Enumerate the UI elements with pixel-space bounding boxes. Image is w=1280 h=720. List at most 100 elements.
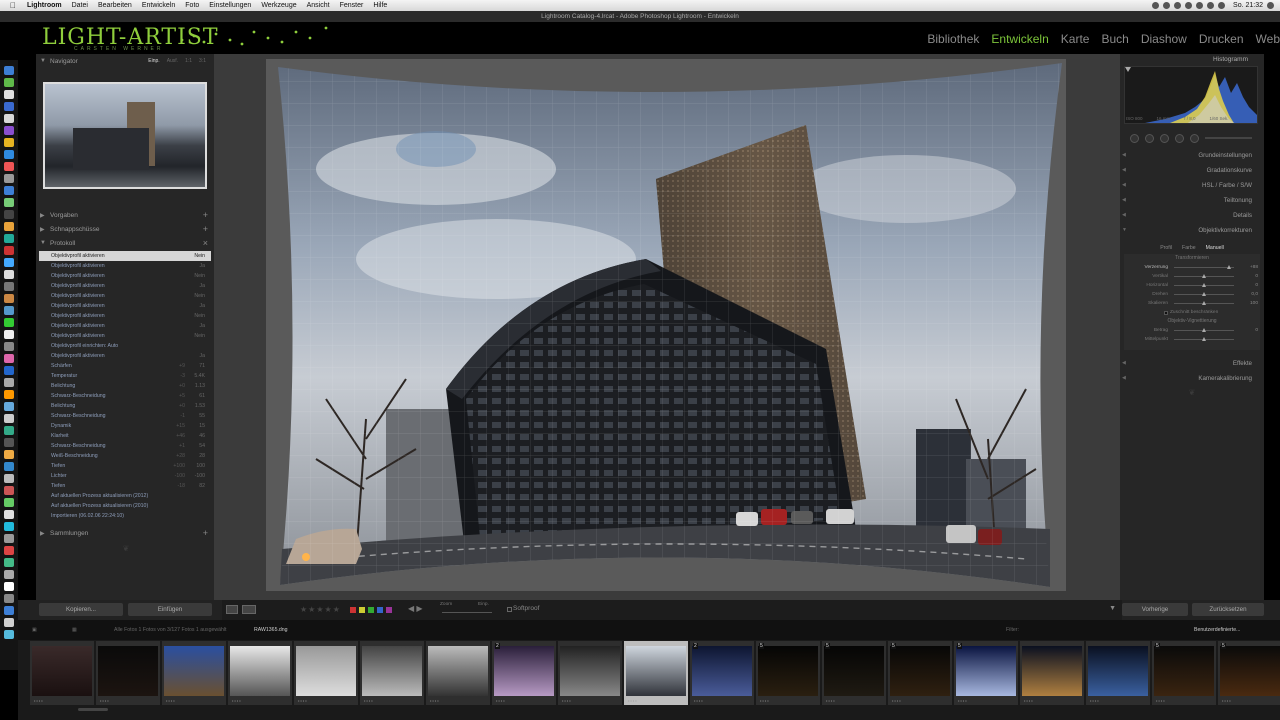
filter-preset-dropdown[interactable]: Benutzerdefinierte... [1194,627,1240,633]
history-step[interactable]: Tiefen -18 82 [39,481,211,491]
dock-app-icon[interactable] [4,174,14,183]
dock-app-icon[interactable] [4,390,14,399]
status-icon[interactable] [1185,2,1193,9]
dock-app-icon[interactable] [4,126,14,135]
history-step[interactable]: Objektivprofil aktivieren Nein [39,251,211,261]
zoom-option[interactable]: 3:1 [199,58,206,64]
slider-value[interactable]: 0 [1255,326,1258,335]
zoom-option[interactable]: 1:1 [185,58,192,64]
status-icon[interactable] [1174,2,1182,9]
history-step[interactable]: Objektivprofil aktivieren Nein [39,311,211,321]
dock-app-icon[interactable] [4,498,14,507]
zoom-option[interactable]: Einp. [148,58,159,64]
red-eye-icon[interactable] [1160,133,1169,143]
dock-app-icon[interactable] [4,294,14,303]
clear-history-icon[interactable]: × [203,238,208,248]
module-buch[interactable]: Buch [1101,32,1128,46]
module-diashow[interactable]: Diashow [1141,32,1187,46]
dock-app-icon[interactable] [4,558,14,567]
section-details[interactable]: ◀ Details [1120,208,1264,223]
menu-entwickeln[interactable]: Entwickeln [137,2,180,9]
slider-handle[interactable] [1202,283,1206,287]
graduated-filter-icon[interactable] [1175,133,1184,143]
history-step[interactable]: Objektivprofil aktivieren Ja [39,281,211,291]
before-after-icon[interactable] [242,605,256,614]
adjustment-brush-icon[interactable] [1190,133,1199,143]
tab-farbe[interactable]: Farbe [1182,242,1196,254]
dock-app-icon[interactable] [4,330,14,339]
filmstrip-source-info[interactable]: Alle Fotos 1 Fotos von 3/127 Fotos 1 aus… [114,627,226,633]
filmstrip-thumbnail[interactable]: •••• [624,641,688,705]
slider-value[interactable]: +88 [1250,263,1258,272]
slider-handle[interactable] [1227,265,1231,269]
purple-label-icon[interactable] [386,607,392,613]
slider-track[interactable] [1174,267,1234,268]
dock-app-icon[interactable] [4,618,14,627]
dock-app-icon[interactable] [4,486,14,495]
blue-label-icon[interactable] [377,607,383,613]
menu-app-name[interactable]: Lightroom [22,2,67,9]
volume-icon[interactable] [1207,2,1215,9]
tab-manuell[interactable]: Manuell [1206,242,1224,254]
filmstrip-thumbnail[interactable]: 5 •••• [954,641,1018,705]
history-step[interactable]: Objektivprofil einrichten: Auto [39,341,211,351]
filmstrip-thumbnail[interactable]: •••• [360,641,424,705]
dock-app-icon[interactable] [4,510,14,519]
menu-fenster[interactable]: Fenster [335,2,369,9]
section-schnappschuesse[interactable]: ▶ Schnappschüsse + [36,222,214,236]
nav-arrows-icon[interactable]: ◀ ▶ [408,604,423,613]
dock-app-icon[interactable] [4,594,14,603]
dock-app-icon[interactable] [4,582,14,591]
dock-app-icon[interactable] [4,438,14,447]
dock-app-icon[interactable] [4,522,14,531]
filmstrip-thumbnail[interactable]: •••• [294,641,358,705]
module-entwickeln[interactable]: Entwickeln [991,32,1048,46]
history-step[interactable]: Lichter -100 -100 [39,471,211,481]
filmstrip-thumbnail[interactable]: 5 •••• [888,641,952,705]
filmstrip-thumbnail[interactable]: 5 •••• [1152,641,1216,705]
history-step[interactable]: Belichtung +0 1.53 [39,401,211,411]
dock-app-icon[interactable] [4,414,14,423]
dock-app-icon[interactable] [4,450,14,459]
menu-bearbeiten[interactable]: Bearbeiten [93,2,137,9]
dock-app-icon[interactable] [4,534,14,543]
dock-app-icon[interactable] [4,138,14,147]
history-step[interactable]: Weiß-Beschneidung +28 28 [39,451,211,461]
section-objektivkorrekturen[interactable]: ▼ Objektivkorrekturen [1120,223,1264,238]
slider-value[interactable]: 0 [1255,281,1258,290]
dock-app-icon[interactable] [4,354,14,363]
add-snapshot-icon[interactable]: + [203,224,208,234]
section-protokoll[interactable]: ▼ Protokoll × [36,236,214,250]
menu-einstellungen[interactable]: Einstellungen [204,2,256,9]
photo-canvas[interactable] [266,59,1066,591]
history-step[interactable]: Dynamik +15 15 [39,421,211,431]
tab-profil[interactable]: Profil [1160,242,1172,254]
spotlight-icon[interactable] [1267,2,1274,9]
history-step[interactable]: Importieren (06.02.06 22:24:10) [39,511,211,521]
history-step[interactable]: Temperatur -3 5.4K [39,371,211,381]
apple-menu-icon[interactable]:  [4,1,22,10]
dock-app-icon[interactable] [4,66,14,75]
menu-hilfe[interactable]: Hilfe [368,2,392,9]
red-label-icon[interactable] [350,607,356,613]
dock-app-icon[interactable] [4,150,14,159]
dock-app-icon[interactable] [4,270,14,279]
dock-app-icon[interactable] [4,162,14,171]
dock-app-icon[interactable] [4,198,14,207]
history-step[interactable]: Objektivprofil aktivieren Nein [39,291,211,301]
section-gradationskurve[interactable]: ◀ Gradationskurve [1120,163,1264,178]
filmstrip-thumbnail[interactable]: •••• [426,641,490,705]
module-karte[interactable]: Karte [1061,32,1090,46]
history-step[interactable]: Objektivprofil aktivieren Nein [39,331,211,341]
filmstrip-thumbnail[interactable]: •••• [1086,641,1150,705]
history-step[interactable]: Schwarz-Beschneidung +5 61 [39,391,211,401]
section-vorgaben[interactable]: ▶ Vorgaben + [36,208,214,222]
filmstrip-thumbnail[interactable]: •••• [96,641,160,705]
dock-app-icon[interactable] [4,210,14,219]
slider-handle[interactable] [1202,301,1206,305]
dock-app-icon[interactable] [4,474,14,483]
filmstrip-thumbnail[interactable]: •••• [162,641,226,705]
filmstrip-scrollbar[interactable] [78,708,108,711]
crop-tool-icon[interactable] [1130,133,1139,143]
history-step[interactable]: Objektivprofil aktivieren Ja [39,321,211,331]
